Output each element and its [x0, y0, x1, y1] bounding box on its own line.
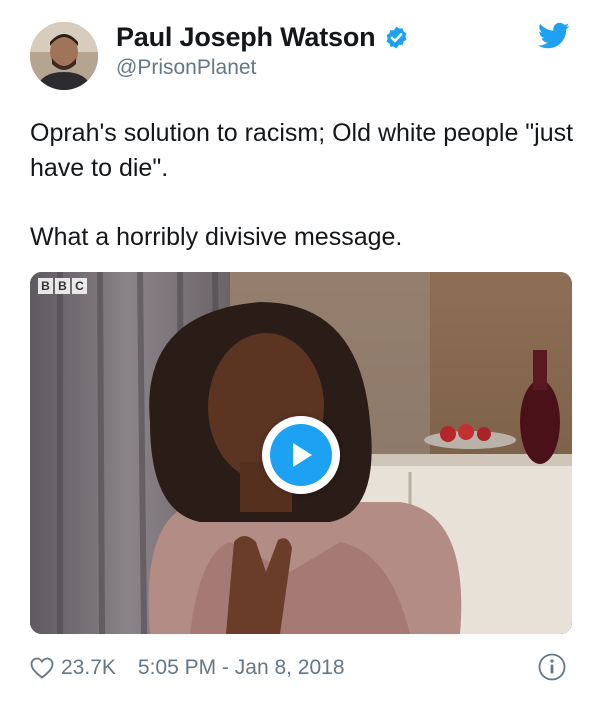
author-name-row[interactable]: Paul Joseph Watson — [116, 22, 409, 53]
tweet-footer: 23.7K 5:05 PM - Jan 8, 2018 — [30, 654, 345, 682]
play-icon — [270, 424, 332, 486]
avatar[interactable] — [30, 22, 98, 90]
watermark-letter: C — [72, 278, 87, 294]
tweet-text: Oprah's solution to racism; Old white pe… — [30, 119, 574, 182]
verified-badge-icon — [387, 26, 407, 49]
watermark-letter: B — [55, 278, 70, 294]
play-button[interactable] — [262, 416, 340, 494]
tweet-text-secondary: What a horribly divisive message. — [30, 223, 403, 251]
heart-icon[interactable] — [30, 657, 54, 679]
tweet-card: Paul Joseph Watson @PrisonPlanet Oprah's… — [0, 0, 600, 709]
video-player[interactable]: B B C — [30, 272, 572, 634]
info-icon[interactable] — [537, 652, 567, 682]
author-handle[interactable]: @PrisonPlanet — [116, 56, 256, 80]
play-triangle-icon — [293, 443, 312, 467]
bbc-watermark: B B C — [38, 278, 87, 294]
tweet-timestamp[interactable]: 5:05 PM - Jan 8, 2018 — [138, 656, 345, 680]
avatar-image — [30, 22, 98, 90]
twitter-bird-icon[interactable] — [538, 22, 570, 50]
like-count[interactable]: 23.7K — [61, 656, 116, 680]
watermark-letter: B — [38, 278, 53, 294]
author-name[interactable]: Paul Joseph Watson — [116, 22, 376, 53]
